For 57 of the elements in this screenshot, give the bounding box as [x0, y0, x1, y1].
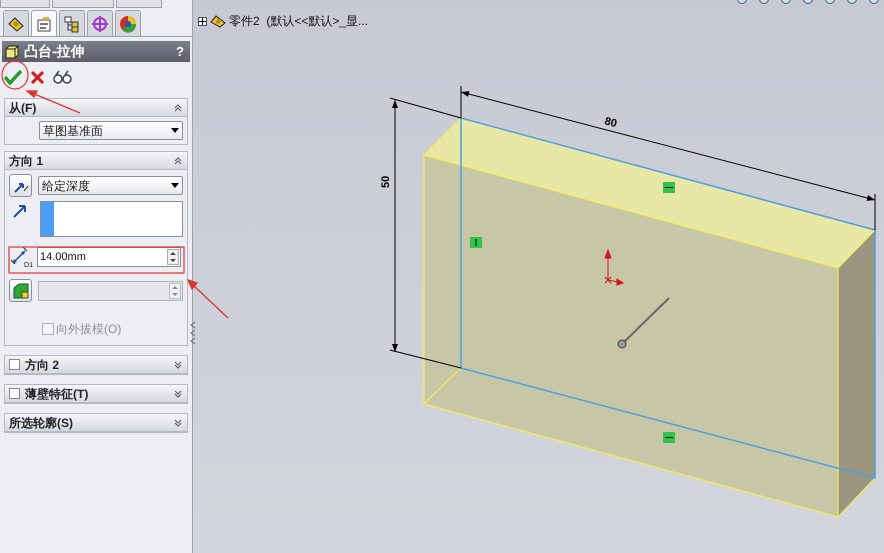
section-header[interactable]: 薄壁特征(T): [5, 385, 187, 403]
checkbox-label: 向外拔模(O): [56, 321, 122, 338]
part-icon: [210, 14, 226, 28]
caret-icon: [171, 183, 179, 188]
checkbox[interactable]: [9, 359, 20, 370]
origin-icon: [604, 248, 624, 286]
property-icon: [35, 14, 53, 32]
dimension-value[interactable]: 50: [380, 176, 392, 188]
collapse-icon[interactable]: [173, 102, 183, 112]
section-title: 薄壁特征(T): [25, 386, 88, 402]
expand-icon[interactable]: [173, 418, 183, 428]
dimension-value[interactable]: 80: [603, 115, 618, 130]
panel-tab[interactable]: [31, 10, 57, 36]
draft-angle-field[interactable]: [38, 280, 183, 300]
expand-icon[interactable]: [173, 360, 183, 370]
expand-icon[interactable]: [173, 388, 183, 398]
section-title: 方向 2: [25, 356, 60, 374]
section-header[interactable]: 方向 1: [5, 152, 187, 170]
relation-marker: [663, 182, 675, 193]
color-wheel-icon: [119, 14, 137, 32]
section-title: 所选轮廓(S): [9, 414, 73, 432]
spinner-icon[interactable]: [167, 249, 179, 265]
section-title: 方向 1: [9, 152, 44, 170]
drag-handle-icon[interactable]: [618, 297, 670, 348]
panel-tab[interactable]: [3, 10, 29, 36]
section-header[interactable]: 方向 2: [5, 356, 187, 374]
draft-icon: [12, 282, 28, 298]
collapse-icon[interactable]: [173, 156, 183, 166]
crosshair-icon: [91, 14, 109, 32]
expand-toggle[interactable]: [198, 16, 207, 26]
panel-tab[interactable]: [59, 10, 85, 36]
direction-arrow-icon: [13, 204, 27, 218]
help-button[interactable]: ?: [173, 42, 187, 62]
tree-node-label[interactable]: 零件2 (默认<<默认>_显...: [229, 12, 368, 30]
part-icon: [7, 14, 25, 32]
relation-marker: [663, 432, 675, 443]
selection-box[interactable]: [40, 201, 183, 237]
section-title: 从(F): [9, 100, 36, 116]
section-header[interactable]: 所选轮廓(S): [5, 414, 187, 432]
checkmark-icon[interactable]: [4, 69, 22, 85]
dropdown[interactable]: 草图基准面: [39, 121, 183, 140]
caret-icon: [171, 128, 179, 133]
reverse-direction-button[interactable]: [9, 174, 32, 197]
section-header[interactable]: 从(F): [5, 99, 187, 117]
splitter-handle-icon[interactable]: [190, 320, 196, 344]
annotation-arrow: [186, 278, 228, 318]
relation-marker: [470, 237, 482, 248]
dropdown[interactable]: 给定深度: [38, 176, 183, 195]
close-icon[interactable]: [31, 70, 44, 84]
depth-field[interactable]: 14.00mm: [37, 247, 181, 267]
draft-button[interactable]: [9, 279, 32, 302]
tree-icon: [63, 14, 81, 32]
checkbox[interactable]: [9, 388, 20, 399]
annotation-circle: [1, 60, 29, 90]
checkbox[interactable]: [42, 323, 54, 335]
extrude-icon: [5, 44, 19, 58]
feature-title: 凸台-拉伸: [24, 42, 86, 61]
